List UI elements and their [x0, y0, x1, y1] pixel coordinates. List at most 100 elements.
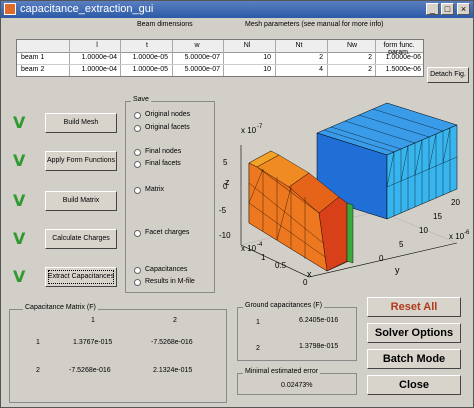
- matrix-cell: -7.5268e-016: [151, 339, 193, 346]
- step-check-icon: V: [13, 191, 26, 210]
- beam-dimensions-label: Beam dimensions: [137, 21, 193, 28]
- matrix-col-header: 2: [173, 317, 177, 324]
- y-tick: 10: [419, 226, 428, 235]
- final-facets-radio[interactable]: [134, 161, 141, 168]
- ground-row-label: 1: [256, 319, 260, 326]
- y-tick: 20: [451, 198, 460, 207]
- table-cell[interactable]: 1.0000e-06: [377, 54, 421, 61]
- detach-fig-button[interactable]: Detach Fig.: [427, 67, 469, 83]
- batch-mode-button[interactable]: Batch Mode: [367, 349, 461, 369]
- table-cell[interactable]: 10: [225, 54, 271, 61]
- column-header: t: [146, 42, 148, 49]
- facet-charges-radio[interactable]: [134, 230, 141, 237]
- error-title: Minimal estimated error: [243, 368, 321, 375]
- matrix-radio[interactable]: [134, 187, 141, 194]
- original-facets-radio[interactable]: [134, 125, 141, 132]
- ground-capacitances-group: [237, 307, 357, 361]
- y-tick: 15: [433, 212, 442, 221]
- y-tick: 5: [399, 240, 404, 249]
- mesh-parameters-label: Mesh parameters (see manual for more inf…: [245, 21, 384, 28]
- step-check-icon: V: [13, 113, 26, 132]
- radio-label: Original nodes: [145, 111, 191, 118]
- matrix-cell: -7.5268e-016: [69, 367, 111, 374]
- solver-options-button[interactable]: Solver Options: [367, 323, 461, 343]
- row-label: beam 2: [21, 66, 45, 73]
- build-matrix-button[interactable]: Build Matrix: [45, 191, 117, 211]
- ground-value: 1.3798e-015: [299, 343, 339, 350]
- radio-label: Final nodes: [145, 148, 182, 155]
- radio-label: Capacitances: [145, 266, 188, 273]
- close-window-icon[interactable]: ×: [457, 3, 470, 15]
- matrix-col-header: 1: [91, 317, 95, 324]
- table-cell[interactable]: 1.0000e-04: [71, 66, 117, 73]
- capacitances-radio[interactable]: [134, 267, 141, 274]
- table-cell[interactable]: 1.0000e-05: [122, 66, 168, 73]
- matrix-cell: 1.3767e-015: [73, 339, 113, 346]
- final-nodes-radio[interactable]: [134, 149, 141, 156]
- parameter-table: l t w Nl Nt Nw form func. param. beam 1 …: [16, 39, 424, 77]
- table-cell[interactable]: 5.0000e-07: [174, 66, 220, 73]
- original-nodes-radio[interactable]: [134, 112, 141, 119]
- z-exponent: x 10: [241, 126, 257, 135]
- x-tick: 0: [303, 278, 308, 287]
- title-bar: capacitance_extraction_gui _ □ ×: [1, 1, 473, 18]
- maximize-button[interactable]: □: [441, 3, 454, 15]
- radio-label: Final facets: [145, 160, 181, 167]
- minimize-button[interactable]: _: [426, 3, 439, 15]
- table-cell[interactable]: 1.5000e-06: [377, 66, 421, 73]
- table-cell[interactable]: 1.0000e-05: [122, 54, 168, 61]
- table-cell[interactable]: 10: [225, 66, 271, 73]
- radio-label: Matrix: [145, 186, 165, 193]
- x-exponent: x 10: [241, 244, 257, 253]
- ground-capacitances-title: Ground capacitances (F): [243, 302, 325, 309]
- step-check-icon: V: [13, 267, 26, 286]
- app-window: capacitance_extraction_gui _ □ × Beam di…: [0, 0, 474, 408]
- y-axis-label: y: [395, 265, 400, 275]
- extract-capacitances-button[interactable]: Extract Capacitances: [45, 267, 117, 287]
- x-tick: 0.5: [275, 261, 287, 270]
- results-in-mfile-radio[interactable]: [134, 279, 141, 286]
- column-header: Nw: [346, 42, 358, 49]
- capacitance-matrix-group: [9, 309, 227, 403]
- matrix-row-header: 1: [36, 339, 40, 346]
- radio-label: Facet charges: [145, 229, 190, 236]
- table-cell[interactable]: 2: [329, 66, 372, 73]
- x-exponent-power: -4: [257, 242, 263, 248]
- app-icon: [4, 3, 16, 15]
- z-tick: -10: [219, 231, 231, 240]
- ground-value: 6.2405e-016: [299, 317, 339, 324]
- mesh-3d-plot[interactable]: 5 0 -5 -10 z x 10 -7 x 10 -4 1 0.5 0 x 2…: [219, 93, 471, 293]
- z-tick: -5: [219, 206, 227, 215]
- row-label: beam 1: [21, 54, 45, 61]
- table-cell[interactable]: 4: [277, 66, 323, 73]
- z-tick: 5: [223, 158, 228, 167]
- matrix-row-header: 2: [36, 367, 40, 374]
- error-value: 0.02473%: [281, 382, 313, 389]
- column-header: w: [194, 42, 200, 49]
- capacitance-matrix-title: Capacitance Matrix (F): [23, 304, 98, 311]
- column-header: Nt: [295, 42, 303, 49]
- radio-label: Original facets: [145, 124, 190, 131]
- z-axis-label: z: [225, 177, 230, 187]
- reset-all-button[interactable]: Reset All: [367, 297, 461, 317]
- x-axis-label: x: [307, 269, 312, 279]
- build-mesh-button[interactable]: Build Mesh: [45, 113, 117, 133]
- calculate-charges-button[interactable]: Calculate Charges: [45, 229, 117, 249]
- ground-row-label: 2: [256, 345, 260, 352]
- x-tick: 1: [261, 253, 266, 262]
- y-tick: 0: [379, 254, 384, 263]
- table-cell[interactable]: 1.0000e-04: [71, 54, 117, 61]
- column-header: Nl: [243, 42, 251, 49]
- window-title: capacitance_extraction_gui: [20, 3, 154, 15]
- table-cell[interactable]: 2: [277, 54, 323, 61]
- matrix-cell: 2.1324e-015: [153, 367, 193, 374]
- apply-form-functions-button[interactable]: Apply Form Functions: [45, 151, 117, 171]
- radio-label: Results in M-file: [145, 278, 195, 285]
- step-check-icon: V: [13, 229, 26, 248]
- close-button[interactable]: Close: [367, 375, 461, 395]
- y-exponent-power: -6: [464, 230, 470, 236]
- y-exponent: x 10: [449, 232, 465, 241]
- table-cell[interactable]: 2: [329, 54, 372, 61]
- table-cell[interactable]: 5.0000e-07: [174, 54, 220, 61]
- step-check-icon: V: [13, 151, 26, 170]
